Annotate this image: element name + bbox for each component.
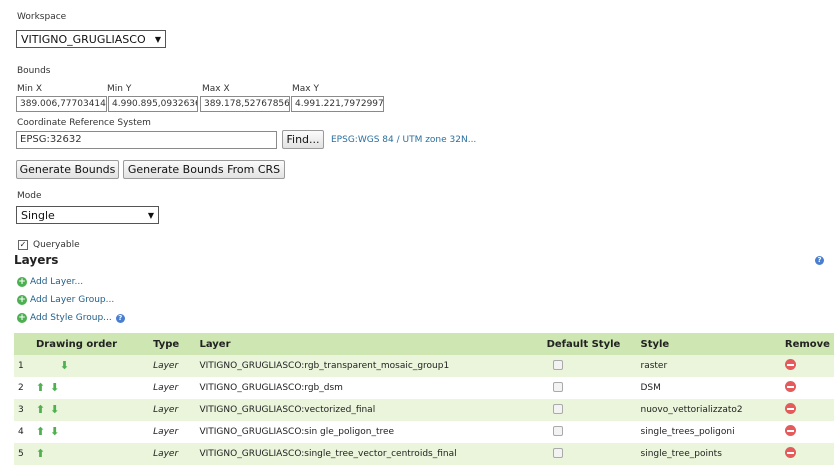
layers-title: Layers (14, 253, 59, 267)
min-x-field[interactable]: 389.006,77703414 (16, 96, 107, 112)
queryable-label: Queryable (33, 240, 80, 250)
arrow-down-icon[interactable]: ⬇ (50, 382, 59, 393)
workspace-label: Workspace (17, 12, 67, 22)
add-layer-group-link[interactable]: + Add Layer Group... (17, 295, 114, 305)
arrow-down-icon[interactable]: ⬇ (50, 426, 59, 437)
crs-link[interactable]: EPSG:WGS 84 / UTM zone 32N... (331, 135, 476, 145)
col-type[interactable]: Type (149, 333, 196, 355)
row-type: Layer (149, 377, 196, 399)
max-x-label: Max X (202, 84, 230, 94)
remove-icon[interactable] (784, 359, 796, 370)
default-style-checkbox[interactable] (552, 447, 563, 458)
max-y-field[interactable]: 4.991.221,7972997 (291, 96, 384, 112)
add-layer-label: Add Layer... (30, 277, 84, 287)
arrow-up-icon[interactable]: ⬆ (36, 448, 45, 459)
row-style[interactable]: single_tree_points (636, 443, 781, 465)
row-style[interactable]: DSM (636, 377, 781, 399)
help-icon[interactable]: ? (815, 256, 824, 265)
default-style-checkbox[interactable] (552, 403, 563, 414)
arrow-down-icon[interactable]: ⬇ (60, 360, 69, 371)
row-type: Layer (149, 399, 196, 421)
row-style[interactable]: nuovo_vettorializzato2 (636, 399, 781, 421)
row-style[interactable]: raster (636, 355, 781, 377)
remove-icon[interactable] (784, 425, 796, 436)
plus-circle-icon: + (17, 295, 27, 305)
default-style-checkbox[interactable] (552, 425, 563, 436)
arrow-up-icon[interactable]: ⬆ (36, 426, 45, 437)
default-style-checkbox[interactable] (552, 359, 563, 370)
arrow-up-icon[interactable]: ⬆ (36, 404, 45, 415)
plus-circle-icon: + (17, 313, 27, 323)
row-type: Layer (149, 443, 196, 465)
arrow-down-icon[interactable]: ⬇ (50, 404, 59, 415)
row-type: Layer (149, 355, 196, 377)
min-y-field[interactable]: 4.990.895,0932636 (108, 96, 198, 112)
table-row: 2 ⬆ ⬇ Layer VITIGNO_GRUGLIASCO:rgb_dsm DS… (14, 377, 834, 399)
row-order: 5 (14, 443, 32, 465)
row-layer: VITIGNO_GRUGLIASCO:single_tree_vector_ce… (195, 443, 543, 465)
row-order: 2 (14, 377, 32, 399)
remove-icon[interactable] (784, 381, 796, 392)
mode-value: Single (21, 208, 55, 222)
row-type: Layer (149, 421, 196, 443)
col-layer[interactable]: Layer (195, 333, 543, 355)
crs-field[interactable]: EPSG:32632 (16, 131, 277, 149)
add-layer-group-label: Add Layer Group... (30, 295, 115, 305)
workspace-select[interactable]: VITIGNO_GRUGLIASCO ▼ (16, 30, 166, 48)
add-style-group-link[interactable]: + Add Style Group... ? (17, 313, 125, 323)
add-style-group-label: Add Style Group... (30, 313, 112, 323)
table-header-row: Drawing order Type Layer Default Style S… (14, 333, 834, 355)
layers-table: Drawing order Type Layer Default Style S… (14, 333, 834, 465)
table-row: 4 ⬆ ⬇ Layer VITIGNO_GRUGLIASCO:sin gle_po… (14, 421, 834, 443)
row-order: 3 (14, 399, 32, 421)
add-layer-link[interactable]: + Add Layer... (17, 277, 83, 287)
generate-bounds-button[interactable]: Generate Bounds (16, 160, 119, 179)
arrow-up-icon[interactable]: ⬆ (36, 382, 45, 393)
row-style[interactable]: single_trees_poligoni (636, 421, 781, 443)
queryable-checkbox[interactable]: ✓ (18, 240, 28, 250)
table-row: 1 ⬇ Layer VITIGNO_GRUGLIASCO:rgb_transpa… (14, 355, 834, 377)
table-row: 5 ⬆ Layer VITIGNO_GRUGLIASCO:single_tree… (14, 443, 834, 465)
col-remove[interactable]: Remove (780, 333, 834, 355)
min-x-label: Min X (17, 84, 42, 94)
find-button[interactable]: Find... (282, 130, 324, 149)
col-default-style[interactable]: Default Style (542, 333, 637, 355)
mode-select[interactable]: Single ▼ (16, 206, 159, 224)
col-style[interactable]: Style (636, 333, 781, 355)
row-layer: VITIGNO_GRUGLIASCO:sin gle_poligon_tree (195, 421, 543, 443)
help-icon[interactable]: ? (115, 313, 125, 323)
bounds-label: Bounds (17, 66, 51, 76)
row-layer: VITIGNO_GRUGLIASCO:rgb_dsm (195, 377, 543, 399)
workspace-value: VITIGNO_GRUGLIASCO (21, 32, 146, 46)
min-y-label: Min Y (107, 84, 132, 94)
generate-bounds-from-crs-button[interactable]: Generate Bounds From CRS (123, 160, 285, 179)
row-layer: VITIGNO_GRUGLIASCO:vectorized_final (195, 399, 543, 421)
row-order: 1 (14, 355, 32, 377)
remove-icon[interactable] (784, 447, 796, 458)
row-order: 4 (14, 421, 32, 443)
mode-label: Mode (17, 191, 42, 201)
chevron-down-icon: ▼ (154, 34, 161, 44)
default-style-checkbox[interactable] (552, 381, 563, 392)
table-row: 3 ⬆ ⬇ Layer VITIGNO_GRUGLIASCO:vectorized… (14, 399, 834, 421)
remove-icon[interactable] (784, 403, 796, 414)
row-layer: VITIGNO_GRUGLIASCO:rgb_transparent_mosai… (195, 355, 543, 377)
max-y-label: Max Y (292, 84, 319, 94)
crs-label: Coordinate Reference System (17, 118, 151, 128)
col-drawing-order[interactable]: Drawing order (14, 333, 150, 355)
chevron-down-icon: ▼ (147, 210, 154, 220)
plus-circle-icon: + (17, 277, 27, 287)
max-x-field[interactable]: 389.178,52767856 (200, 96, 290, 112)
